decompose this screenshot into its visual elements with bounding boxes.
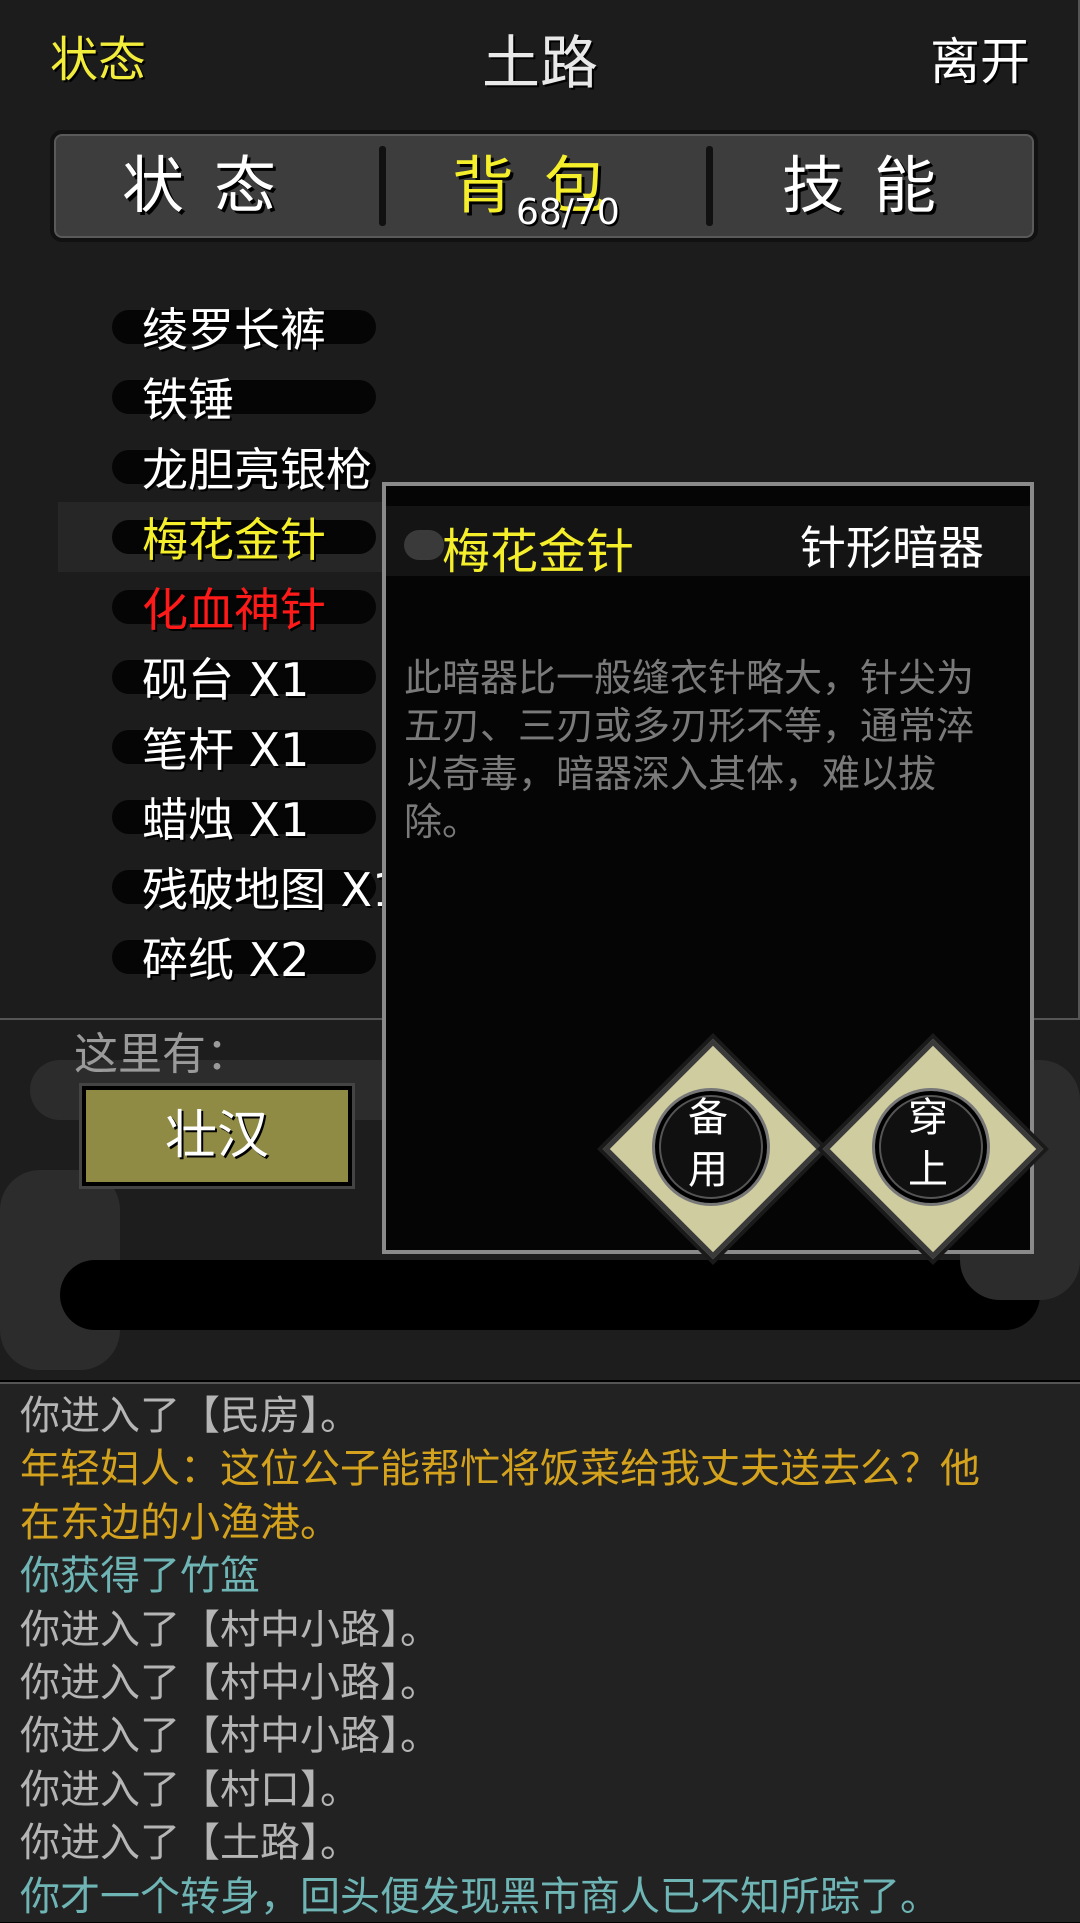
item-name: 化血神针 [142, 583, 326, 637]
item-name: 铁锤 [142, 373, 234, 427]
item-name: 碎纸 X2 [142, 933, 310, 987]
log-line: 在东边的小渔港。 [20, 1499, 340, 1546]
inventory-item[interactable]: 梅花金针 [0, 500, 420, 567]
popup-knob [404, 530, 444, 560]
npc-button[interactable]: 壮汉 [82, 1086, 352, 1186]
inventory-item[interactable]: 绫罗长裤 [0, 290, 420, 357]
item-detail-popup: 梅花金针 针形暗器 此暗器比一般缝衣针略大，针尖为五刃、三刃或多刃形不等，通常淬… [382, 482, 1044, 1260]
equip-label: 穿上 [908, 1095, 948, 1193]
stash-button[interactable]: 备用 [602, 1038, 824, 1260]
log-line: 年轻妇人：这位公子能帮忙将饭菜给我丈夫送去么？他 [20, 1446, 980, 1493]
item-name: 梅花金针 [442, 524, 635, 580]
equip-button[interactable]: 穿上 [822, 1038, 1044, 1260]
inventory-item[interactable]: 碎纸 X2 [0, 920, 420, 987]
log-line: 你进入了【村中小路】。 [20, 1713, 440, 1760]
leave-button[interactable]: 离开 [930, 22, 1030, 94]
log-line: 你获得了竹篮 [20, 1553, 260, 1600]
inventory-item[interactable]: 龙胆亮银枪 [0, 430, 420, 497]
item-name: 梅花金针 [142, 513, 326, 567]
inventory-item[interactable]: 砚台 X1 [0, 640, 420, 707]
inventory-item[interactable]: 蜡烛 X1 [0, 780, 420, 847]
item-name: 蜡烛 X1 [142, 793, 310, 847]
item-name: 龙胆亮银枪 [142, 443, 372, 497]
tab-divider [706, 146, 713, 226]
log-line: 你进入了【民房】。 [20, 1393, 360, 1439]
log-line: 你进入了【村中小路】。 [20, 1606, 440, 1653]
log-line: 你进入了【村中小路】。 [20, 1660, 440, 1706]
item-name: 笔杆 X1 [142, 723, 310, 777]
log-line: 你才一个转身，回头便发现黑市商人已不知所踪了。 [20, 1873, 940, 1920]
log-line: 你进入了【土路】。 [20, 1820, 360, 1867]
here-label: 这里有： [74, 1029, 250, 1080]
item-type: 针形暗器 [800, 521, 984, 575]
stash-label: 备用 [688, 1095, 728, 1193]
item-description: 此暗器比一般缝衣针略大，针尖为五刃、三刃或多刃形不等，通常淬以奇毒，暗器深入其体… [404, 656, 975, 844]
inventory-item[interactable]: 笔杆 X1 [0, 710, 420, 777]
item-name: 残破地图 X1 [142, 863, 402, 917]
tab-skills[interactable]: 技能 [714, 134, 1034, 238]
item-name: 砚台 X1 [142, 653, 310, 707]
item-name: 绫罗长裤 [142, 303, 326, 357]
inventory-item[interactable]: 化血神针 [0, 570, 420, 637]
inventory-item[interactable]: 残破地图 X1 [0, 850, 420, 917]
location-title: 土路 [481, 29, 598, 97]
inventory-item[interactable]: 铁锤 [0, 360, 420, 427]
log-line: 你进入了【村口】。 [20, 1766, 360, 1813]
message-log: 你进入了【民房】。年轻妇人：这位公子能帮忙将饭菜给我丈夫送去么？他 在东边的小渔港… [0, 1382, 1080, 1922]
bag-capacity: 68/70 [516, 192, 620, 233]
mist-decoration [60, 1260, 1040, 1330]
tab-status[interactable]: 状态 [54, 134, 374, 238]
